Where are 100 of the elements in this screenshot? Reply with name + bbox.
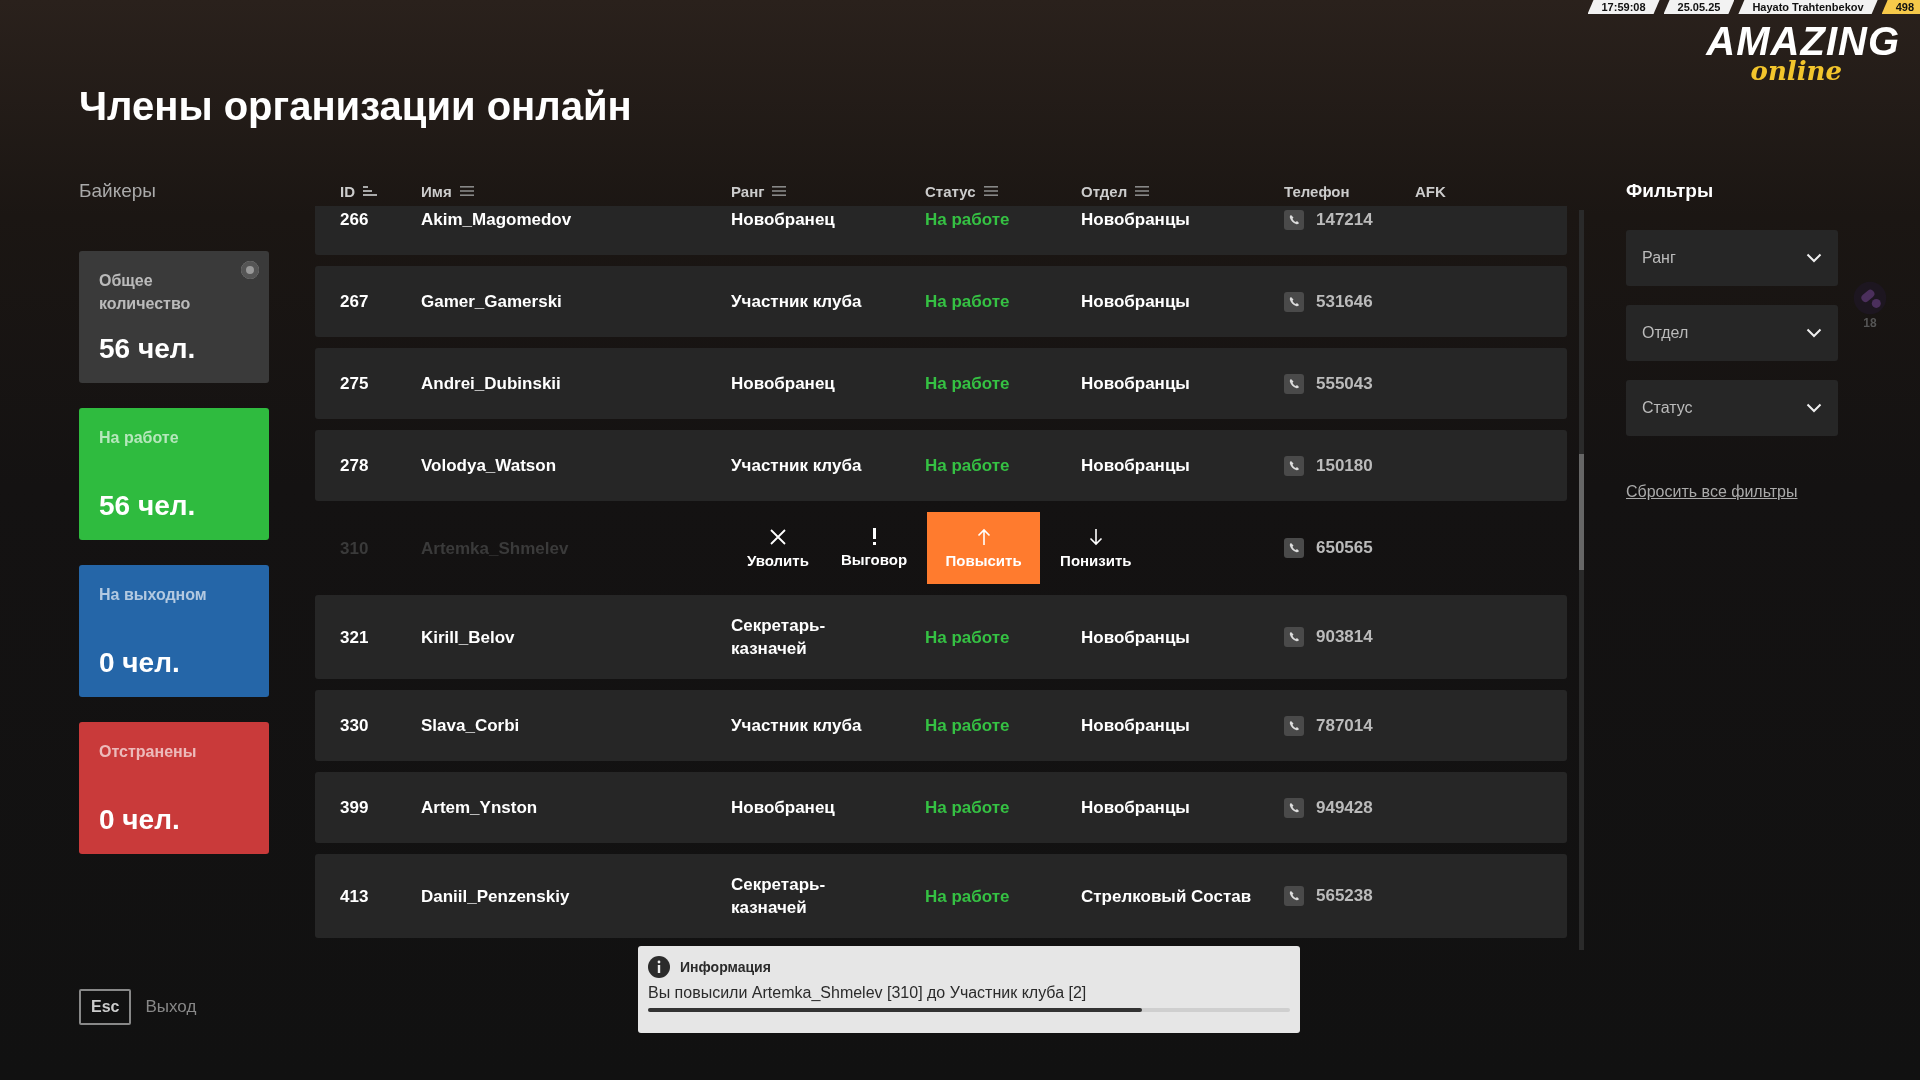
table-cell-text: Участник клуба [731, 455, 863, 477]
table-cell-text: Участник клуба [731, 715, 863, 737]
action-button[interactable]: Выговор [828, 512, 920, 584]
exclamation-icon [872, 528, 876, 545]
table-cell-text: 266 [340, 209, 370, 231]
row-background[interactable]: 278 Volodya_Watson Участник клуба На работе Новобранцы 150180 [315, 430, 1567, 501]
table-cell: 787014 [1316, 715, 1373, 736]
logo-text: AMAZING [1706, 22, 1900, 60]
filter-dropdown[interactable]: Ранг [1626, 230, 1838, 286]
table-cell-text: Kirill_Belov [421, 626, 516, 649]
table-cell-text: Секретарь-казначей [731, 874, 827, 919]
phone-icon[interactable] [1284, 627, 1304, 647]
table-cell-text: Новобранцы [1081, 797, 1191, 819]
date-text: 25.05.25 [1663, 0, 1735, 14]
row-background[interactable]: 330 Slava_Corbi Участник клуба На работе Новобранцы 787014 [315, 690, 1567, 761]
table-cell-text: Новобранец [731, 797, 836, 819]
table-cell-text: Новобранцы [1081, 715, 1191, 737]
row-background[interactable]: 267 Gamer_Gamerski Участник клуба На работе Новобранцы 531646 [315, 266, 1567, 337]
row-background[interactable]: 266 Akim_Magomedov Новобранец На работе Новобранцы 147214 [315, 206, 1567, 255]
stat-label: Отстранены [99, 742, 198, 762]
column-header[interactable]: Телефон [1284, 182, 1350, 200]
column-header[interactable]: Имя [421, 182, 452, 200]
column-header[interactable]: Ранг [731, 182, 765, 200]
menu-icon[interactable] [459, 186, 474, 196]
phone-icon[interactable] [1284, 886, 1304, 906]
table-cell-text: На работе [925, 373, 1011, 395]
table-cell-text: Andrei_Dubinskii [421, 373, 562, 395]
table-cell: 949428 [1316, 797, 1373, 818]
row-background[interactable]: 413 Daniil_Penzenskiy Секретарь-казначей На работе Стрелковый Состав 565238 [315, 854, 1567, 938]
close-icon [768, 527, 787, 546]
reset-filters-link[interactable]: Сбросить все фильтры [1626, 483, 1838, 501]
stat-value: 0 чел. [99, 804, 181, 836]
page-title: Члены организации онлайн [79, 84, 632, 129]
table-cell-text: Новобранцы [1081, 209, 1191, 231]
table-cell-text: Новобранец [731, 209, 836, 231]
counter-text: 18 [1863, 316, 1877, 330]
filters-title: Фильтры [1626, 180, 1715, 202]
chevron-down-icon [1806, 403, 1822, 413]
column-header[interactable]: Статус [925, 182, 976, 200]
table-cell: 903814 [1316, 627, 1373, 647]
phone-icon[interactable] [1284, 209, 1304, 230]
action-button[interactable]: Понизить [1048, 512, 1144, 584]
phone-icon[interactable] [1284, 373, 1304, 394]
stat-value: 0 чел. [99, 647, 181, 679]
table-cell-text: Новобранцы [1081, 455, 1191, 477]
esc-key[interactable]: Esc [79, 989, 132, 1025]
table-cell-text: Секретарь-казначей [731, 615, 827, 660]
notification-message: Вы повысили Artemka_Shmelev [310] до Участник клуба [2] [648, 984, 1088, 1002]
clock-text: 17:59:08 [1587, 0, 1660, 14]
table-cell-text: На работе [925, 626, 1011, 649]
table-cell-text: Artem_Ynston [421, 797, 539, 819]
phone-icon[interactable] [1284, 797, 1304, 818]
filter-dropdown[interactable]: Отдел [1626, 305, 1838, 361]
column-header[interactable]: AFK [1415, 182, 1446, 200]
logo-subtext: online [1750, 60, 1842, 82]
sort-icon[interactable] [363, 186, 377, 196]
column-header[interactable]: Отдел [1081, 182, 1128, 200]
table-cell-text: Новобранец [731, 373, 836, 395]
table-cell-text: Gamer_Gamerski [421, 291, 563, 313]
table-cell-text: Volodya_Watson [421, 455, 558, 477]
table-cell-text: 278 [340, 455, 370, 477]
menu-icon[interactable] [983, 186, 998, 196]
table-cell-text: 275 [340, 373, 370, 395]
stat-label: На выходном [99, 585, 208, 605]
phone-icon[interactable] [1284, 455, 1304, 476]
table-cell-text: 399 [340, 797, 370, 819]
scrollbar-thumb[interactable] [1579, 454, 1584, 570]
phone-icon[interactable] [1284, 715, 1304, 736]
info-icon [648, 956, 670, 978]
phone-icon[interactable] [1284, 538, 1304, 558]
chevron-down-icon [1806, 328, 1822, 338]
table-cell-text: 330 [340, 715, 370, 737]
row-background[interactable]: 275 Andrei_Dubinskii Новобранец На работе Новобранцы 555043 [315, 348, 1567, 419]
player-name: Hayato Trahtenbekov [1738, 0, 1878, 14]
table-cell: 565238 [1316, 886, 1373, 906]
menu-icon[interactable] [1135, 186, 1150, 196]
chevron-down-icon [1806, 253, 1822, 263]
row-background[interactable]: 321 Kirill_Belov Секретарь-казначей На работе Новобранцы 903814 [315, 595, 1567, 679]
organization-name: Байкеры [79, 180, 157, 203]
action-button[interactable]: Уволить [735, 512, 821, 584]
stat-value: 56 чел. [99, 490, 197, 522]
table-cell-text: Новобранцы [1081, 626, 1191, 649]
table-cell-text: 413 [340, 885, 370, 908]
table-cell-text: Новобранцы [1081, 373, 1191, 395]
phone-icon[interactable] [1284, 291, 1304, 312]
table-cell-text: 267 [340, 291, 370, 313]
column-header[interactable]: ID [340, 182, 355, 200]
table-cell-text: На работе [925, 291, 1011, 313]
pill-icon [1852, 280, 1888, 316]
table-cell: 150180 [1316, 455, 1373, 476]
table-cell: 531646 [1316, 291, 1373, 312]
menu-icon[interactable] [772, 186, 787, 196]
row-background[interactable]: 399 Artem_Ynston Новобранец На работе Новобранцы 949428 [315, 772, 1567, 843]
table-cell: 555043 [1316, 373, 1373, 394]
table-cell-text: На работе [925, 797, 1011, 819]
table-cell-text: Стрелковый Состав [1081, 885, 1253, 908]
filter-dropdown[interactable]: Статус [1626, 380, 1838, 436]
score-badge: 498 [1881, 0, 1920, 14]
table-cell: 147214 [1316, 209, 1373, 230]
table-cell-text: На работе [925, 715, 1011, 737]
